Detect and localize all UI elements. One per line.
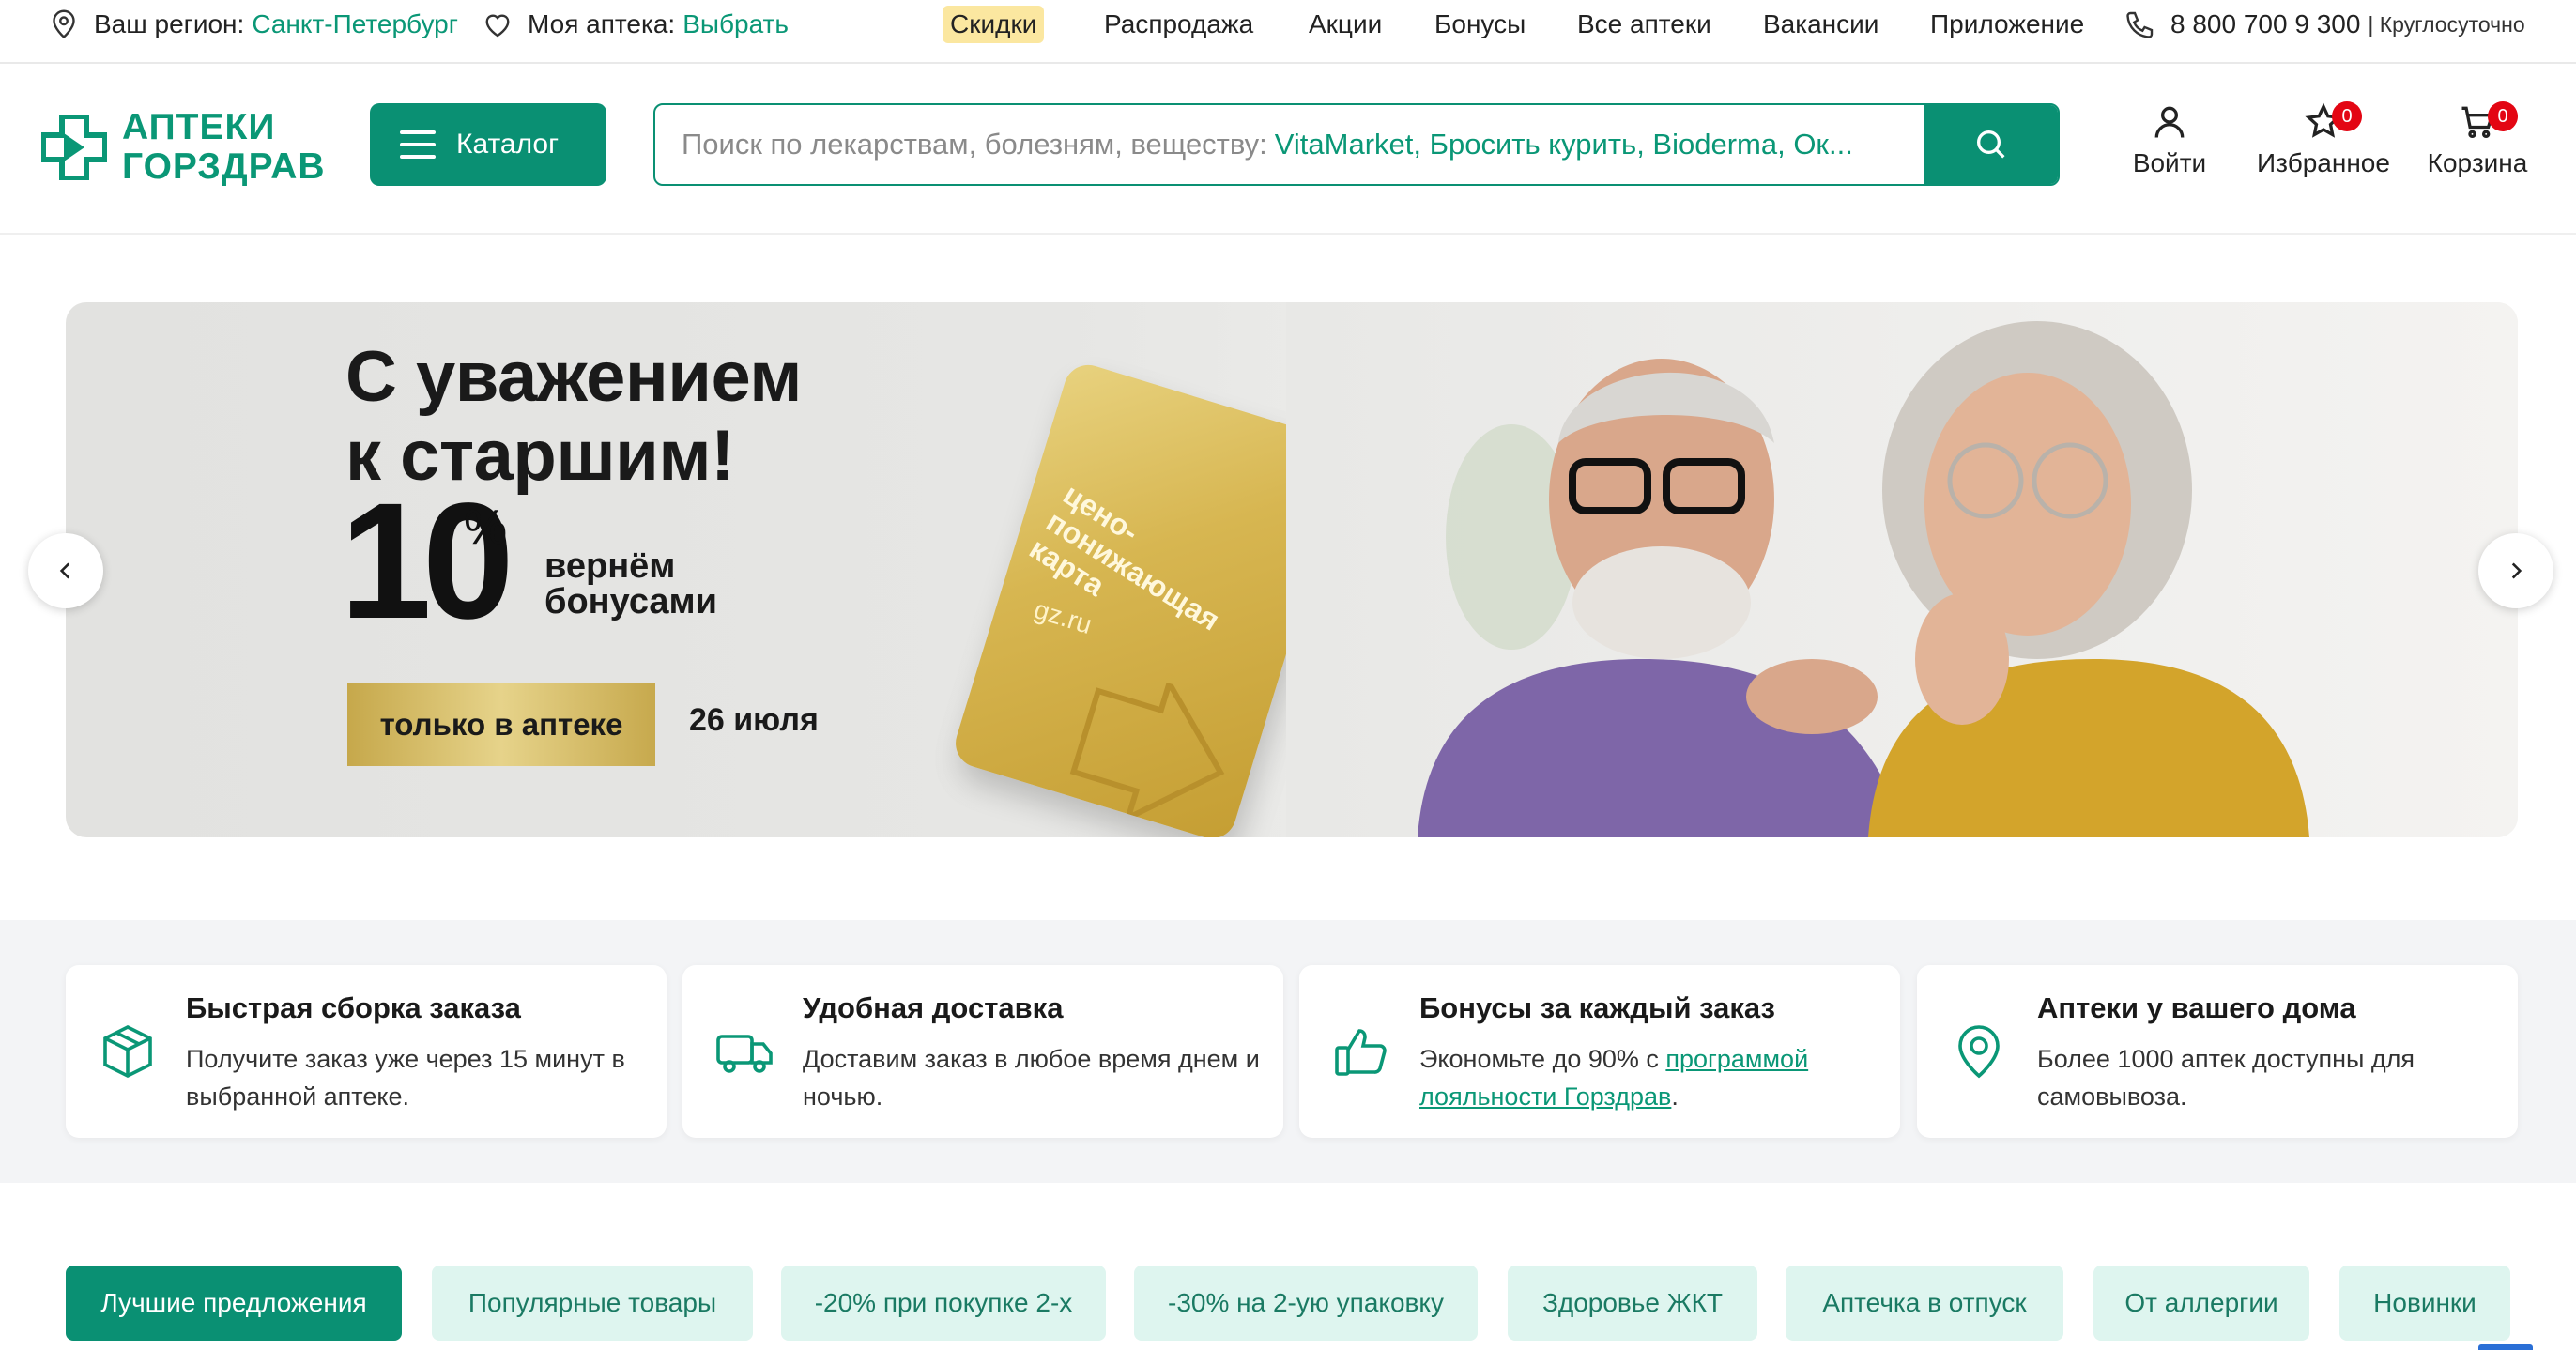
- cart-count-badge: 0: [2488, 101, 2518, 131]
- favorites-button[interactable]: 0 Избранное: [2253, 101, 2394, 195]
- phone-number[interactable]: 8 800 700 9 300: [2170, 9, 2360, 39]
- feature-card-pharmacies: Аптеки у вашего дома Более 1000 аптек до…: [1917, 965, 2518, 1138]
- chevron-right-icon: [2511, 562, 2522, 579]
- tab-popular[interactable]: Популярные товары: [432, 1266, 753, 1341]
- region-selector[interactable]: Ваш регион: Санкт-Петербург: [47, 0, 458, 49]
- login-button[interactable]: Войти: [2099, 101, 2240, 195]
- logo-line-1: АПТЕКИ: [122, 107, 276, 147]
- favorites-label: Избранное: [2257, 148, 2390, 177]
- feature-text: Более 1000 аптек доступны для самовывоза…: [2037, 1045, 2415, 1111]
- feature-text-after: .: [1671, 1082, 1679, 1111]
- card-text: цено- понижающая карта: [1024, 477, 1242, 664]
- logo[interactable]: АПТЕКИ ГОРЗДРАВ: [41, 105, 338, 190]
- tab-minus-30[interactable]: -30% на 2-ую упаковку: [1134, 1266, 1478, 1341]
- region-label: Ваш регион:: [94, 9, 245, 38]
- link-sale[interactable]: Распродажа: [1104, 0, 1253, 49]
- feature-title: Удобная доставка: [803, 991, 1064, 1024]
- feature-text: Доставим заказ в любое время днем и ночь…: [803, 1045, 1260, 1111]
- phone-note: | Круглосуточно: [2368, 11, 2525, 37]
- user-icon: [2154, 106, 2185, 138]
- feature-title: Бонусы за каждый заказ: [1419, 991, 1775, 1024]
- banner-date: 26 июля: [689, 702, 819, 738]
- heart-icon: [485, 14, 510, 38]
- top-bar: Ваш регион: Санкт-Петербург Моя аптека: …: [0, 0, 2576, 64]
- floating-widget-edge[interactable]: [2478, 1344, 2533, 1350]
- promo-banner[interactable]: С уважением к старшим! 10 % вернём бонус…: [66, 302, 2518, 837]
- location-pin-icon: [1958, 1025, 2000, 1079]
- feature-card-delivery: Удобная доставка Доставим заказ в любое …: [682, 965, 1283, 1138]
- tab-travel-kit[interactable]: Аптечка в отпуск: [1786, 1266, 2063, 1341]
- feature-card-bonuses: Бонусы за каждый заказ Экономьте до 90% …: [1299, 965, 1900, 1138]
- cart-label: Корзина: [2427, 148, 2528, 177]
- banner-cashback-line-2: бонусами: [544, 582, 718, 621]
- search-button[interactable]: [1924, 105, 2058, 184]
- banner-cashback-line-1: вернём: [544, 546, 676, 586]
- feature-title: Аптеки у вашего дома: [2037, 991, 2356, 1024]
- feature-card-fast-assembly: Быстрая сборка заказа Получите заказ уже…: [66, 965, 667, 1138]
- banner-prev-button[interactable]: [28, 533, 103, 608]
- couple-photo: [1286, 302, 2518, 837]
- feature-text-before: Экономьте до 90% с: [1419, 1045, 1666, 1073]
- features-section: Быстрая сборка заказа Получите заказ уже…: [0, 920, 2576, 1183]
- banner-only-in-pharmacy-badge: только в аптеке: [347, 683, 655, 766]
- tab-allergy[interactable]: От аллергии: [2093, 1266, 2309, 1341]
- login-label: Войти: [2132, 148, 2207, 177]
- pharmacy-value[interactable]: Выбрать: [682, 9, 789, 39]
- box-icon: [103, 1024, 152, 1079]
- phone-icon: [2126, 11, 2154, 38]
- banner-title-line-1: С уважением: [345, 337, 803, 417]
- logo-cross-icon: [41, 115, 107, 180]
- menu-icon: [400, 130, 436, 159]
- banner-next-button[interactable]: [2478, 533, 2553, 608]
- truck-icon: [716, 1035, 773, 1073]
- card-site: gz.ru: [1031, 594, 1096, 640]
- header: АПТЕКИ ГОРЗДРАВ Каталог Поиск по лекарст…: [0, 64, 2576, 235]
- tab-new[interactable]: Новинки: [2339, 1266, 2510, 1341]
- banner-cashback-text: вернём бонусами: [544, 548, 717, 620]
- catalog-button[interactable]: Каталог: [370, 103, 606, 186]
- tab-minus-20[interactable]: -20% при покупке 2-х: [781, 1266, 1106, 1341]
- link-vacancies[interactable]: Вакансии: [1763, 0, 1878, 49]
- search-suggestions[interactable]: VitaMarket, Бросить курить, Bioderma, Ок…: [1275, 128, 1853, 161]
- favorites-count-badge: 0: [2332, 101, 2362, 131]
- pharmacy-label: Моя аптека:: [528, 9, 676, 38]
- tab-best-offers[interactable]: Лучшие предложения: [66, 1266, 402, 1341]
- catalog-label: Каталог: [456, 129, 560, 160]
- banner-percent-sign: %: [464, 500, 508, 555]
- logo-line-2: ГОРЗДРАВ: [122, 146, 326, 187]
- search-icon: [1977, 130, 2005, 159]
- chevron-left-icon: [59, 562, 70, 579]
- link-discounts[interactable]: Скидки: [943, 0, 1045, 49]
- link-promotions[interactable]: Акции: [1309, 0, 1382, 49]
- region-value[interactable]: Санкт-Петербург: [252, 9, 458, 39]
- feature-text: Экономьте до 90% с программой лояльности…: [1419, 1040, 1879, 1115]
- card-arrow-icon: [1069, 676, 1225, 823]
- phone-block[interactable]: 8 800 700 9 300 | Круглосуточно: [2124, 0, 2525, 49]
- cart-button[interactable]: 0 Корзина: [2407, 101, 2548, 195]
- search-input[interactable]: Поиск по лекарствам, болезням, веществу:…: [653, 103, 2060, 186]
- link-discounts-label: Скидки: [943, 6, 1045, 43]
- my-pharmacy-selector[interactable]: Моя аптека: Выбрать: [481, 0, 789, 49]
- tab-gi-health[interactable]: Здоровье ЖКТ: [1508, 1266, 1757, 1341]
- link-app[interactable]: Приложение: [1930, 0, 2084, 49]
- link-bonuses[interactable]: Бонусы: [1434, 0, 1526, 49]
- search-placeholder: Поиск по лекарствам, болезням, веществу:: [682, 128, 1267, 161]
- location-pin-icon: [53, 9, 75, 39]
- link-all-pharmacies[interactable]: Все аптеки: [1577, 0, 1711, 49]
- feature-title: Быстрая сборка заказа: [186, 991, 521, 1024]
- feature-text: Получите заказ уже через 15 минут в выбр…: [186, 1045, 625, 1111]
- thumbs-up-icon: [1335, 1029, 1387, 1076]
